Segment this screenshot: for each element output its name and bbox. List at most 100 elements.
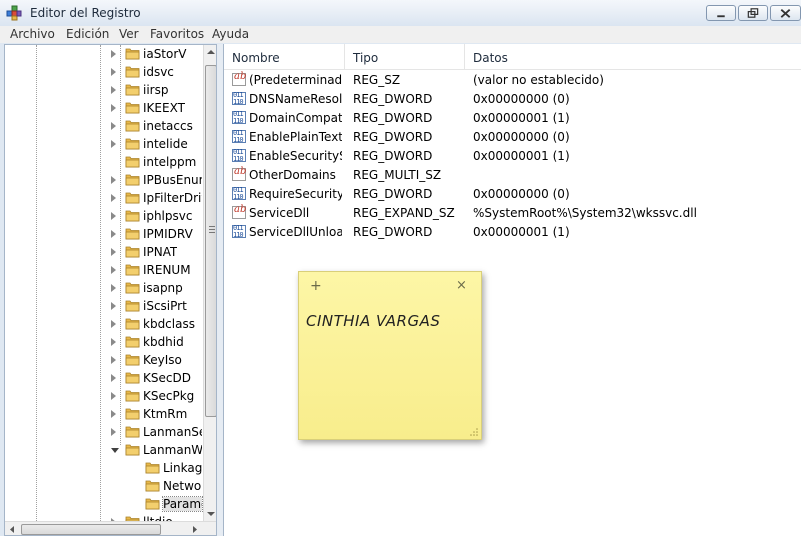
add-note-button[interactable]: + [310, 278, 322, 294]
expand-arrow-icon[interactable] [111, 68, 116, 76]
value-row[interactable]: 011110EnableSecuritySignature REG_DWORD 0x… [224, 146, 801, 165]
tree-item[interactable]: NetworkProvider [5, 477, 203, 495]
expand-arrow-icon[interactable] [111, 86, 116, 94]
value-row[interactable]: 011110EnablePlainTextPassword REG_DWORD 0x… [224, 127, 801, 146]
scroll-up-icon[interactable] [204, 45, 217, 59]
collapse-arrow-icon[interactable] [111, 448, 119, 453]
tree-item-label: LanmanServer [143, 425, 202, 439]
value-row[interactable]: 011110ServiceDllUnloadOnStop REG_DWORD 0x0… [224, 222, 801, 241]
folder-icon [125, 264, 140, 276]
tree-item[interactable]: KSecDD [5, 369, 203, 387]
tree-item-label: KeyIso [143, 353, 182, 367]
tree-item[interactable]: intelide [5, 135, 203, 153]
expand-arrow-icon[interactable] [111, 338, 116, 346]
folder-icon [125, 318, 140, 330]
registry-tree[interactable]: iaStorV idsvc iirsp IKEEXT inetaccs intelide i… [4, 44, 217, 536]
folder-icon [125, 120, 140, 132]
minimize-button[interactable] [706, 5, 736, 21]
tree-item[interactable]: intelppm [5, 153, 203, 171]
column-header-nombre[interactable]: Nombre [224, 44, 345, 70]
expand-arrow-icon[interactable] [111, 374, 116, 382]
expand-arrow-icon[interactable] [111, 122, 116, 130]
column-header-datos[interactable]: Datos [465, 44, 801, 70]
value-row[interactable]: ab ServiceDll REG_EXPAND_SZ %SystemRoot%\Sy… [224, 203, 801, 222]
expand-arrow-icon[interactable] [111, 266, 116, 274]
tree-item[interactable]: iScsiPrt [5, 297, 203, 315]
tree-item-label: iaStorV [143, 47, 187, 61]
close-note-button[interactable]: × [456, 278, 467, 293]
value-row[interactable]: 011110DNSNameResolutionRequired REG_DWORD… [224, 89, 801, 108]
hscroll-thumb[interactable] [21, 524, 161, 535]
menu-ayuda[interactable]: Ayuda [212, 27, 249, 41]
title-bar[interactable]: Editor del Registro [0, 0, 801, 27]
folder-icon [125, 426, 140, 438]
tree-item[interactable]: KtmRm [5, 405, 203, 423]
tree-item[interactable]: kbdhid [5, 333, 203, 351]
resize-grip-icon[interactable] [470, 428, 478, 436]
sticky-note[interactable]: + × CINTHIA VARGAS [298, 271, 482, 440]
value-data: %SystemRoot%\System32\wkssvc.dll [473, 206, 697, 220]
folder-icon [125, 282, 140, 294]
tree-item[interactable]: idsvc [5, 63, 203, 81]
expand-arrow-icon[interactable] [111, 194, 116, 202]
column-header-label: Datos [473, 51, 508, 65]
tree-item[interactable]: KeyIso [5, 351, 203, 369]
scroll-thumb[interactable] [205, 65, 216, 417]
tree-item[interactable]: iaStorV [5, 45, 203, 63]
expand-arrow-icon[interactable] [111, 302, 116, 310]
tree-item-label: kbdhid [143, 335, 184, 349]
expand-arrow-icon[interactable] [111, 176, 116, 184]
folder-icon [125, 156, 140, 168]
menu-favoritos[interactable]: Favoritos [150, 27, 204, 41]
window-title: Editor del Registro [30, 6, 141, 20]
tree-horizontal-scrollbar[interactable] [5, 521, 216, 536]
tree-item[interactable]: LanmanServer [5, 423, 203, 441]
expand-arrow-icon[interactable] [111, 104, 116, 112]
expand-arrow-icon[interactable] [111, 248, 116, 256]
value-row[interactable]: 011110DomainCompatibilityMode REG_DWORD 0x… [224, 108, 801, 127]
menu-ver[interactable]: Ver [119, 27, 139, 41]
value-type: REG_DWORD [353, 149, 433, 163]
value-row[interactable]: ab(Predeterminado) REG_SZ (valor no establ… [224, 70, 801, 89]
tree-item[interactable]: iphlpsvc [5, 207, 203, 225]
tree-item[interactable]: LanmanWorkstation [5, 441, 203, 459]
tree-item[interactable]: inetaccs [5, 117, 203, 135]
tree-item[interactable]: Linkage [5, 459, 203, 477]
tree-item[interactable]: IPBusEnum [5, 171, 203, 189]
menu-archivo[interactable]: Archivo [10, 27, 55, 41]
tree-item[interactable]: IKEEXT [5, 99, 203, 117]
expand-arrow-icon[interactable] [111, 392, 116, 400]
expand-arrow-icon[interactable] [111, 320, 116, 328]
expand-arrow-icon[interactable] [111, 140, 116, 148]
tree-item[interactable]: IRENUM [5, 261, 203, 279]
tree-item[interactable]: Parameters [5, 495, 203, 513]
column-header-tipo[interactable]: Tipo [345, 44, 465, 70]
tree-vertical-scrollbar[interactable] [203, 45, 217, 521]
value-row[interactable]: ab OtherDomains REG_MULTI_SZ [224, 165, 801, 184]
expand-arrow-icon[interactable] [111, 284, 116, 292]
restore-button[interactable] [738, 5, 768, 21]
value-row[interactable]: 011110RequireSecuritySignature REG_DWORD 0… [224, 184, 801, 203]
value-data: 0x00000000 (0) [473, 92, 570, 106]
tree-item[interactable]: IpFilterDriv [5, 189, 203, 207]
tree-item[interactable]: isapnp [5, 279, 203, 297]
close-button[interactable] [770, 5, 801, 21]
scroll-left-icon[interactable] [5, 522, 19, 536]
note-text[interactable]: CINTHIA VARGAS [306, 312, 440, 330]
expand-arrow-icon[interactable] [111, 428, 116, 436]
menu-edicion[interactable]: Edición [66, 27, 109, 41]
scroll-down-icon[interactable] [204, 507, 217, 521]
scroll-right-icon[interactable] [188, 522, 202, 536]
expand-arrow-icon[interactable] [111, 410, 116, 418]
tree-item[interactable]: kbdclass [5, 315, 203, 333]
expand-arrow-icon[interactable] [111, 212, 116, 220]
tree-item[interactable]: iirsp [5, 81, 203, 99]
value-name: (Predeterminado) [249, 73, 342, 87]
expand-arrow-icon[interactable] [111, 230, 116, 238]
tree-item[interactable]: IPNAT [5, 243, 203, 261]
tree-item[interactable]: IPMIDRV [5, 225, 203, 243]
expand-arrow-icon[interactable] [111, 356, 116, 364]
dword-value-icon: 011 110 [232, 187, 246, 201]
tree-item[interactable]: KSecPkg [5, 387, 203, 405]
expand-arrow-icon[interactable] [111, 50, 116, 58]
